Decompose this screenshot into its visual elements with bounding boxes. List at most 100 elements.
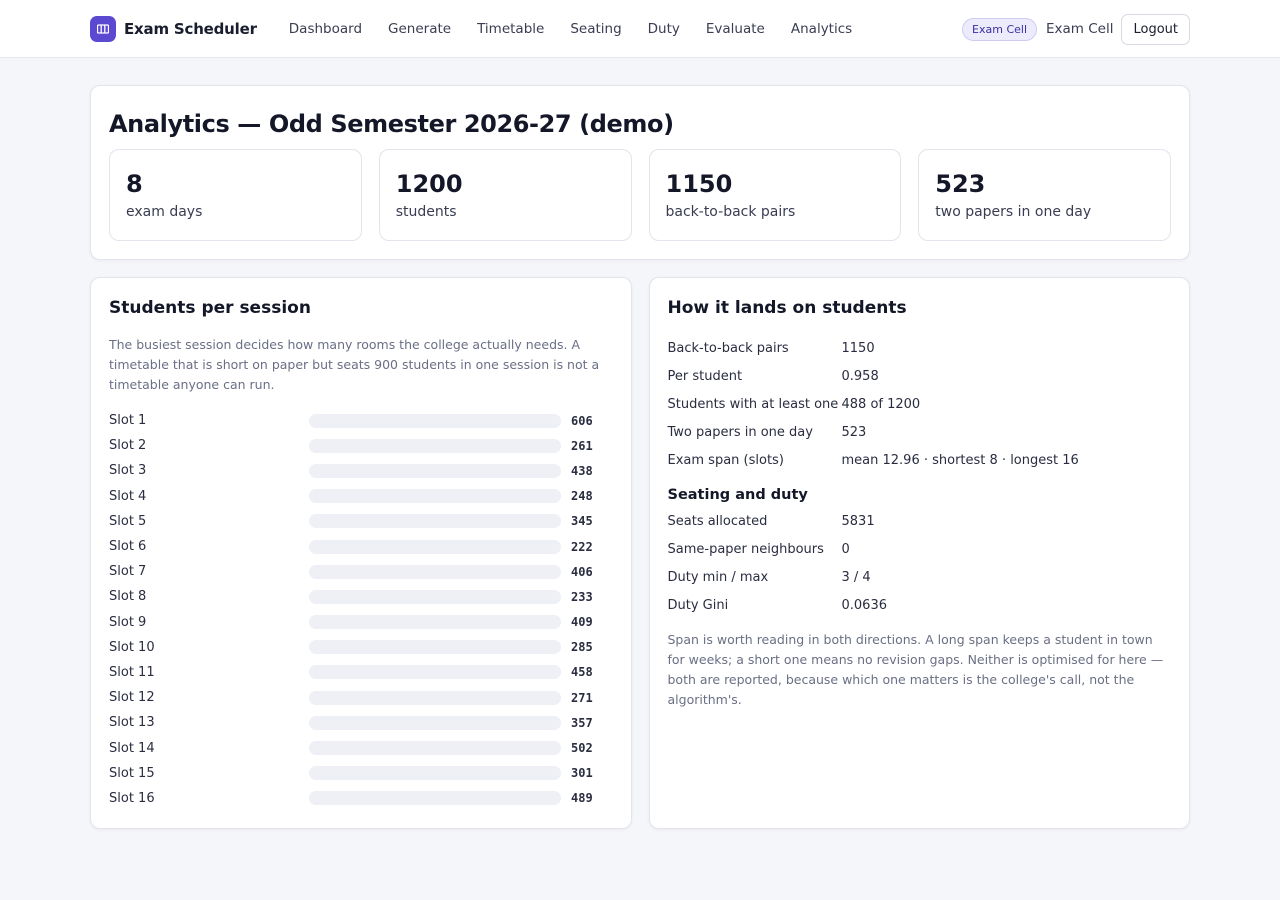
kv-value: 0.958 (841, 368, 879, 384)
slot-bar-track (309, 766, 561, 781)
slot-value: 409 (571, 615, 593, 630)
slot-bar-fill (309, 690, 561, 705)
slot-value: 606 (571, 413, 593, 428)
stat-two-papers: 523 two papers in one day (918, 149, 1171, 241)
kv-row: Same-paper neighbours 0 (668, 535, 1172, 563)
slot-label: Slot 10 (109, 639, 155, 655)
slot-bar-track (309, 413, 561, 428)
impact-title: How it lands on students (667, 298, 907, 318)
nav-generate[interactable]: Generate (388, 21, 451, 37)
slot-row: Slot 11 458 (109, 660, 613, 685)
slot-value: 458 (571, 665, 593, 680)
stat-label: back-to-back pairs (665, 204, 796, 220)
kv-value: 3 / 4 (841, 569, 871, 585)
slot-label: Slot 16 (109, 790, 155, 806)
nav-timetable[interactable]: Timetable (477, 21, 544, 37)
slot-bar-track (309, 589, 561, 604)
stat-value: 1150 (665, 170, 733, 198)
slot-row: Slot 8 233 (109, 584, 613, 609)
slot-value: 301 (571, 766, 593, 781)
kv-row: Per student 0.958 (668, 362, 1172, 390)
slot-bar-track (309, 791, 561, 806)
slot-bar-fill (309, 463, 561, 478)
kv-value: 0 (841, 541, 850, 557)
slot-label: Slot 9 (109, 614, 147, 630)
user-name: Exam Cell (1046, 21, 1114, 37)
stat-value: 1200 (395, 170, 463, 198)
slot-bar-track (309, 741, 561, 756)
slot-bar-track (309, 489, 561, 504)
kv-row: Students with at least one 488 of 1200 (668, 390, 1172, 418)
kv-value: 0.0636 (841, 597, 888, 613)
nav-dashboard[interactable]: Dashboard (289, 21, 362, 37)
slot-value: 406 (571, 564, 593, 579)
slot-bar-track (309, 514, 561, 529)
slot-value: 233 (571, 589, 593, 604)
kv-key: Seats allocated (667, 513, 768, 529)
slot-row: Slot 14 502 (109, 735, 613, 760)
kv-value: 523 (841, 424, 867, 440)
kv-value: mean 12.96 · shortest 8 · longest 16 (841, 452, 1079, 468)
slot-row: Slot 4 248 (109, 484, 613, 509)
kv-key: Back-to-back pairs (667, 340, 789, 356)
kv-value: 5831 (841, 513, 875, 529)
kv-row: Duty Gini 0.0636 (668, 591, 1172, 619)
slot-bar-fill (309, 539, 561, 554)
main-content: Analytics — Odd Semester 2026-27 (demo) … (90, 85, 1190, 829)
stat-row: 8 exam days 1200 students 1150 back-to-b… (109, 149, 1171, 241)
slot-row: Slot 5 345 (109, 509, 613, 534)
kv-value: 1150 (841, 340, 875, 356)
kv-row: Back-to-back pairs 1150 (668, 334, 1172, 362)
slot-bar-fill (309, 564, 561, 579)
slot-bar-track (309, 438, 561, 453)
brand[interactable]: Exam Scheduler (90, 16, 257, 42)
slot-bar-fill (309, 615, 561, 630)
slot-value: 438 (571, 463, 593, 478)
slot-value: 248 (571, 489, 593, 504)
slot-bar-track (309, 665, 561, 680)
slot-label: Slot 6 (109, 539, 147, 555)
slot-label: Slot 14 (109, 740, 155, 756)
slot-bar-fill (309, 438, 561, 453)
stat-label: students (395, 204, 457, 220)
kv-row: Duty min / max 3 / 4 (668, 563, 1172, 591)
stat-exam-days: 8 exam days (109, 149, 362, 241)
logout-button[interactable]: Logout (1121, 13, 1190, 45)
nav-duty[interactable]: Duty (648, 21, 680, 37)
kv-key: Exam span (slots) (667, 452, 784, 468)
span-note: Span is worth reading in both directions… (667, 632, 1164, 707)
slot-row: Slot 16 489 (109, 786, 613, 811)
slot-row: Slot 2 261 (109, 433, 613, 458)
stat-value: 8 (126, 170, 143, 198)
slot-value: 222 (571, 539, 593, 554)
slot-label: Slot 11 (109, 664, 155, 680)
slot-value: 271 (571, 690, 593, 705)
slot-bar-fill (309, 514, 561, 529)
slot-bar-track (309, 564, 561, 579)
slot-row: Slot 10 285 (109, 635, 613, 660)
slot-value: 357 (571, 715, 593, 730)
slot-bar-fill (309, 640, 561, 655)
kv-row: Exam span (slots) mean 12.96 · shortest … (668, 446, 1172, 474)
slot-row: Slot 12 271 (109, 685, 613, 710)
slot-label: Slot 4 (109, 488, 147, 504)
nav-analytics[interactable]: Analytics (791, 21, 852, 37)
slot-bar-fill (309, 589, 561, 604)
nav-evaluate[interactable]: Evaluate (706, 21, 765, 37)
slot-label: Slot 15 (109, 765, 155, 781)
kv-row: Seats allocated 5831 (668, 507, 1172, 535)
slot-value: 285 (571, 640, 593, 655)
slot-bar-fill (309, 791, 561, 806)
sessions-title: Students per session (109, 298, 311, 318)
slot-label: Slot 3 (109, 463, 147, 479)
summary-card: Analytics — Odd Semester 2026-27 (demo) … (90, 85, 1190, 260)
page-title: Analytics — Odd Semester 2026-27 (demo) (109, 110, 674, 138)
slot-bar-fill (309, 715, 561, 730)
kv-key: Duty min / max (667, 569, 769, 585)
slot-value: 489 (571, 791, 593, 806)
stat-back-to-back: 1150 back-to-back pairs (648, 149, 902, 241)
slot-label: Slot 8 (109, 589, 147, 605)
nav-seating[interactable]: Seating (570, 21, 621, 37)
app-name: Exam Scheduler (124, 20, 257, 38)
slot-row: Slot 15 301 (109, 761, 613, 786)
